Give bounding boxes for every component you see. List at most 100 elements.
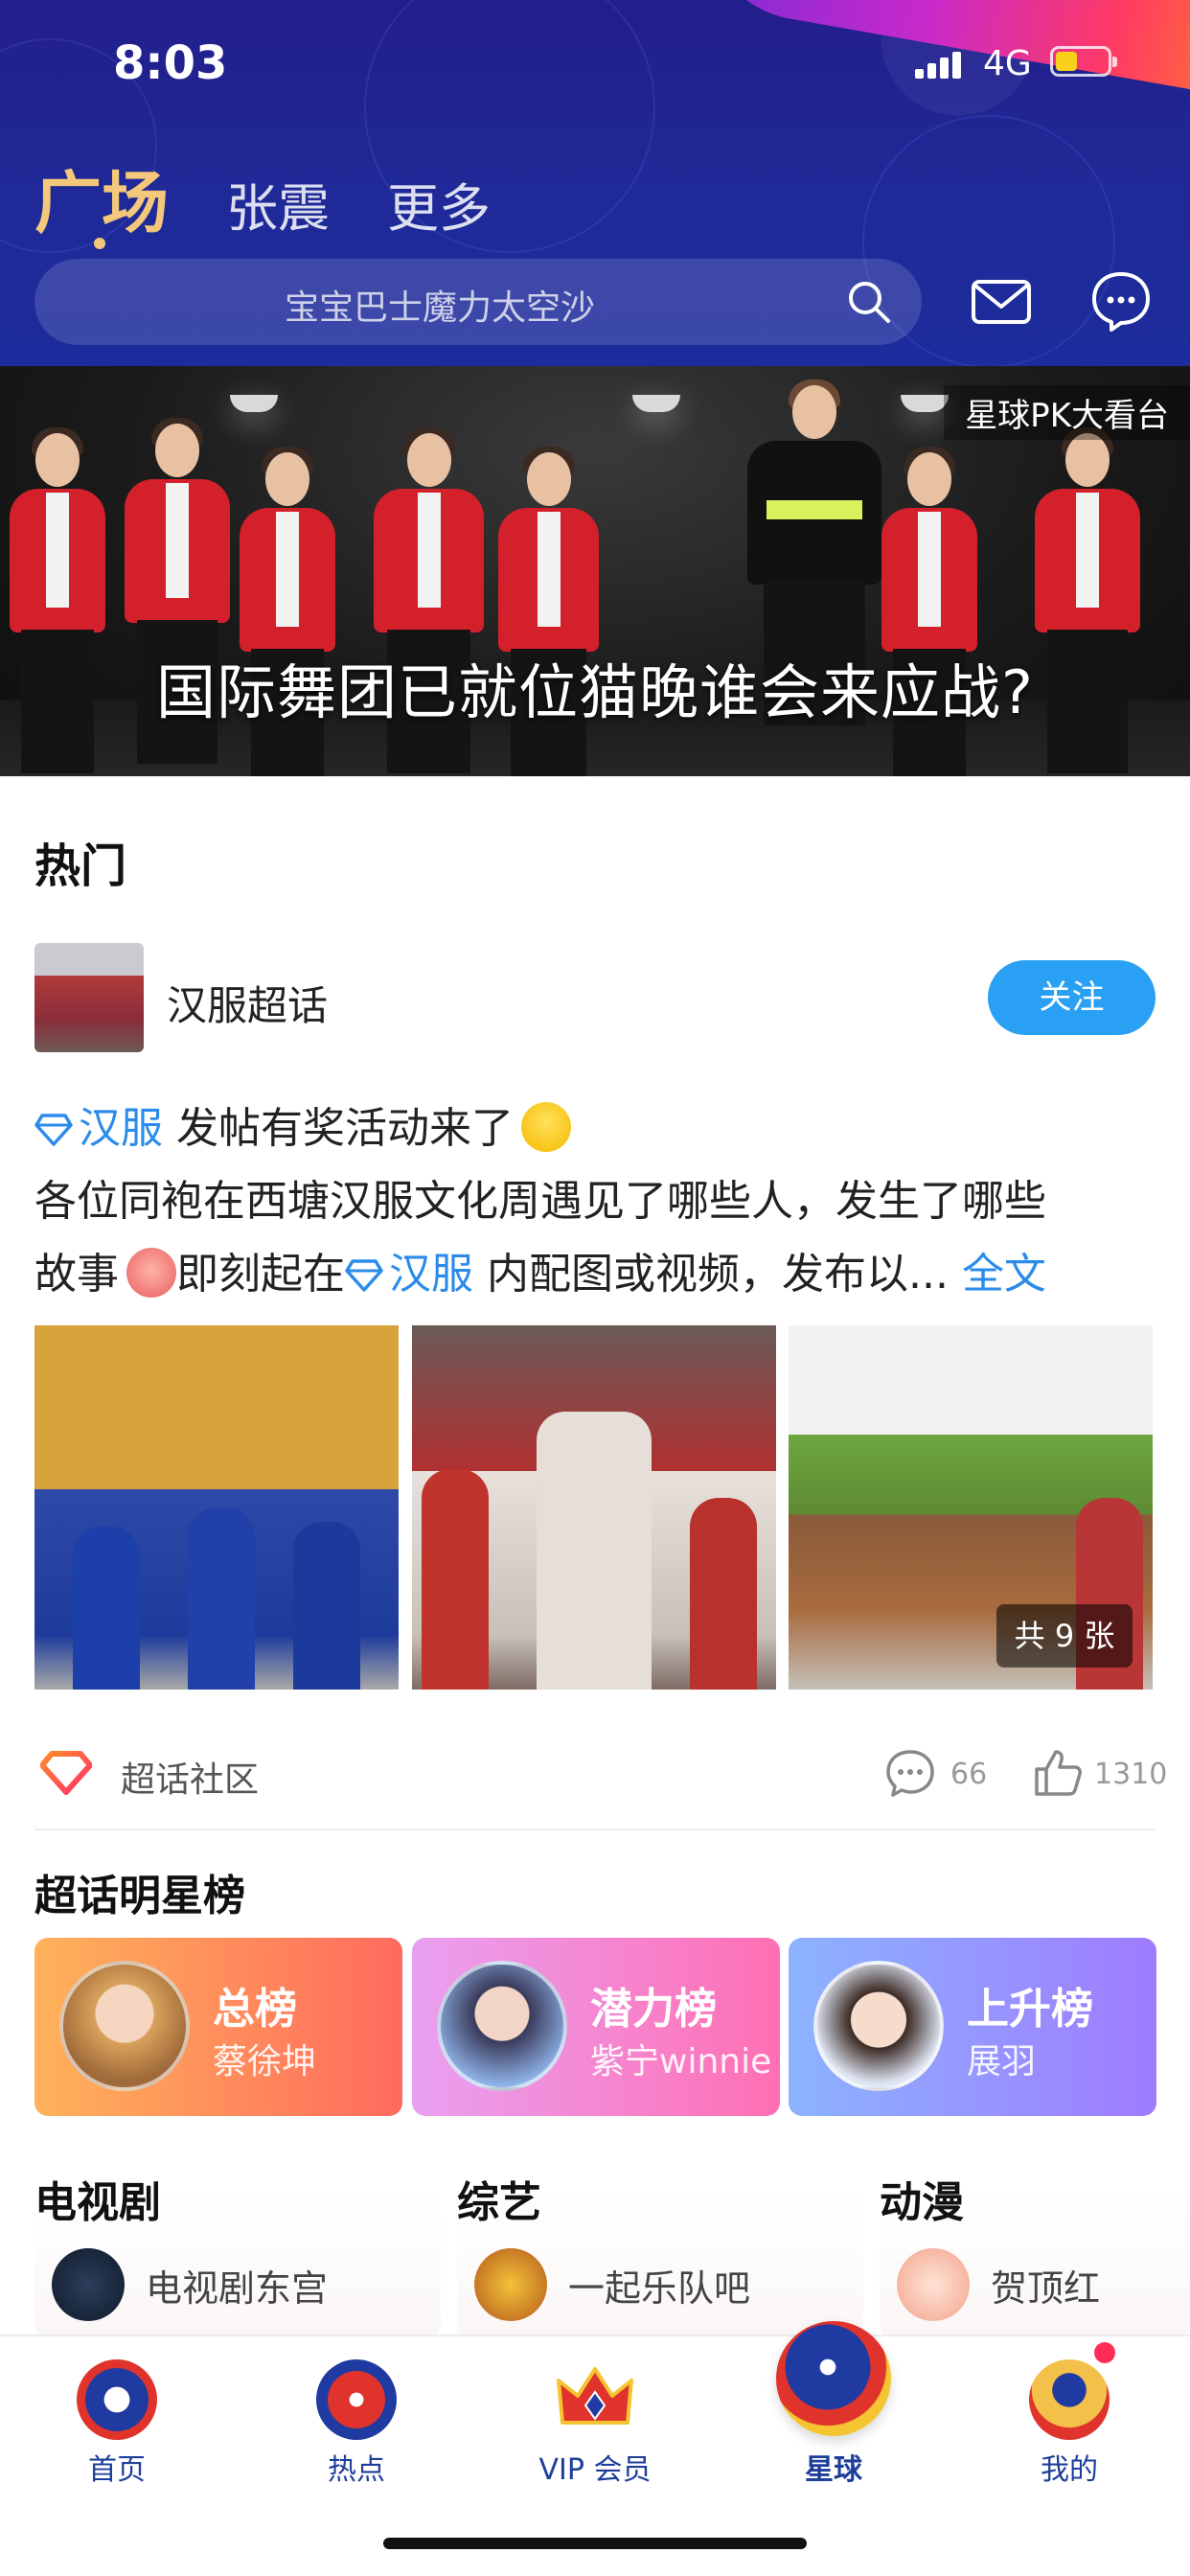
photo-figure [690, 1498, 757, 1690]
rank-star-name: 紫宁winnie [590, 2042, 772, 2082]
app-screen: 8:03 4G 广场 张震 更多 宝宝巴士魔力太空沙 星球PK大看台 国际舞团已… [0, 0, 1190, 2576]
category-item[interactable]: 贺顶红 [897, 2248, 1100, 2321]
avatar [59, 1961, 190, 2091]
tabbar-vip[interactable]: VIP 会员 [509, 2336, 681, 2528]
community-label[interactable]: 超话社区 [121, 1752, 259, 1802]
tabbar-label: 星球 [805, 2453, 862, 2487]
category-item[interactable]: 电视剧东宫 [52, 2248, 328, 2321]
post-meta: 超话社区 66 1310 [34, 1744, 1167, 1802]
post-line-3: 故事 即刻起在 汉服 内配图或视频，发布以... 全文 [34, 1238, 1156, 1311]
photo-figure [537, 1412, 652, 1690]
promo-banner[interactable]: 星球PK大看台 国际舞团已就位猫晚谁会来应战? [0, 366, 1190, 776]
post-photo[interactable] [34, 1325, 399, 1690]
tab-more[interactable]: 更多 [387, 166, 491, 242]
avatar [813, 1961, 944, 2091]
network-type: 4G [983, 44, 1032, 83]
search-placeholder: 宝宝巴士魔力太空沙 [284, 288, 595, 328]
status-time: 8:03 [113, 36, 228, 90]
post-line-1: 汉服 发帖有奖活动来了 [34, 1092, 1156, 1165]
battery-icon [1050, 46, 1117, 77]
diamond-icon [34, 1114, 73, 1146]
notification-dot [1094, 2342, 1115, 2363]
category-item-label: 电视剧东宫 [146, 2266, 329, 2310]
mascot-emoji-icon [126, 1248, 176, 1298]
photo-figure [73, 1527, 140, 1690]
crown-icon [557, 2367, 633, 2425]
rank-card-overall[interactable]: 总榜 蔡徐坤 [34, 1938, 402, 2116]
search-icon[interactable] [845, 278, 893, 326]
read-more-link[interactable]: 全文 [962, 1250, 1046, 1299]
rank-card-rising[interactable]: 上升榜 展羽 [789, 1938, 1156, 2116]
post-text-segment: 发帖有奖活动来了 [163, 1104, 514, 1153]
like-count: 1310 [1094, 1758, 1168, 1791]
stage-light [230, 395, 278, 412]
tabbar-me[interactable]: 我的 [983, 2336, 1156, 2528]
comment-icon[interactable] [883, 1746, 937, 1800]
tabbar-label: VIP 会员 [538, 2453, 652, 2487]
rank-star-name: 蔡徐坤 [213, 2042, 317, 2082]
planet-icon [776, 2321, 891, 2436]
active-tab-indicator [94, 238, 105, 249]
post-hashtag[interactable]: 汉服 [79, 1104, 163, 1153]
category-item-label: 贺顶红 [991, 2266, 1101, 2310]
divider [34, 1828, 1156, 1830]
category-item-label: 一起乐队吧 [568, 2266, 751, 2310]
photo-figure [422, 1469, 489, 1690]
rank-title: 总榜 [213, 1985, 297, 2034]
diamond-icon [345, 1259, 383, 1292]
photo-figure [188, 1507, 255, 1690]
category-title-tv: 电视剧 [34, 2178, 161, 2227]
tabbar-label: 热点 [328, 2453, 385, 2487]
tabbar-home[interactable]: 首页 [31, 2336, 203, 2528]
topic-thumbnail[interactable] [34, 943, 144, 1052]
home-ball-icon [77, 2359, 157, 2440]
thumbs-up-icon[interactable] [1031, 1746, 1085, 1800]
post-text[interactable]: 汉服 发帖有奖活动来了 各位同袍在西塘汉服文化周遇见了哪些人，发生了哪些 故事 即… [34, 1092, 1156, 1311]
chat-bubble-icon[interactable] [1090, 270, 1152, 334]
banner-title: 国际舞团已就位猫晚谁会来应战? [156, 657, 1034, 727]
photo-figure [293, 1522, 360, 1690]
search-input[interactable]: 宝宝巴士魔力太空沙 [34, 259, 922, 345]
stage-light [632, 395, 680, 412]
post-line-2: 各位同袍在西塘汉服文化周遇见了哪些人，发生了哪些 [34, 1177, 1046, 1226]
anime-avatar-icon [897, 2248, 970, 2321]
star-rank-title: 超话明星榜 [34, 1872, 245, 1920]
tab-label: 广场 [34, 164, 169, 242]
tv-drama-avatar-icon [52, 2248, 125, 2321]
variety-avatar-icon [474, 2248, 547, 2321]
banner-tag: 星球PK大看台 [944, 385, 1190, 440]
avatar [437, 1961, 567, 2091]
tabbar-planet[interactable]: 星球 [747, 2321, 920, 2528]
post-text-segment: 故事 [34, 1250, 119, 1299]
rank-star-name: 展羽 [967, 2042, 1037, 2082]
post-text-segment: 即刻起在 [176, 1250, 345, 1299]
super-topic-diamond-icon[interactable] [40, 1750, 92, 1796]
mail-icon[interactable] [970, 270, 1033, 334]
signal-icon [915, 50, 965, 79]
category-title-anime: 动漫 [880, 2178, 964, 2227]
profile-robot-icon [1029, 2359, 1110, 2440]
rank-title: 潜力榜 [590, 1985, 717, 2034]
post-text-segment: 内配图或视频，发布以... [473, 1250, 962, 1299]
tab-square[interactable]: 广场 [34, 150, 169, 249]
tabbar-label: 首页 [88, 2453, 146, 2487]
rank-card-potential[interactable]: 潜力榜 紫宁winnie [412, 1938, 780, 2116]
home-indicator[interactable] [383, 2538, 807, 2549]
top-tabs: 广场 张震 更多 [34, 150, 491, 249]
category-title-variety: 综艺 [457, 2178, 541, 2227]
rank-title: 上升榜 [967, 1985, 1093, 2034]
stage-light [901, 395, 949, 412]
hot-section-title: 热门 [34, 840, 127, 893]
post-photo[interactable] [412, 1325, 776, 1690]
photo-count-badge: 共 9 张 [996, 1604, 1133, 1668]
comment-count: 66 [950, 1758, 988, 1791]
category-item[interactable]: 一起乐队吧 [474, 2248, 750, 2321]
status-bar: 8:03 4G [0, 0, 1190, 125]
tab-zhangzhen[interactable]: 张震 [226, 166, 330, 242]
header: 8:03 4G 广场 张震 更多 宝宝巴士魔力太空沙 [0, 0, 1190, 366]
tabbar-label: 我的 [1041, 2453, 1098, 2487]
post-hashtag[interactable]: 汉服 [389, 1250, 473, 1299]
topic-name[interactable]: 汉服超话 [167, 974, 328, 1032]
tabbar-hot[interactable]: 热点 [270, 2336, 443, 2528]
follow-button[interactable]: 关注 [988, 960, 1156, 1035]
